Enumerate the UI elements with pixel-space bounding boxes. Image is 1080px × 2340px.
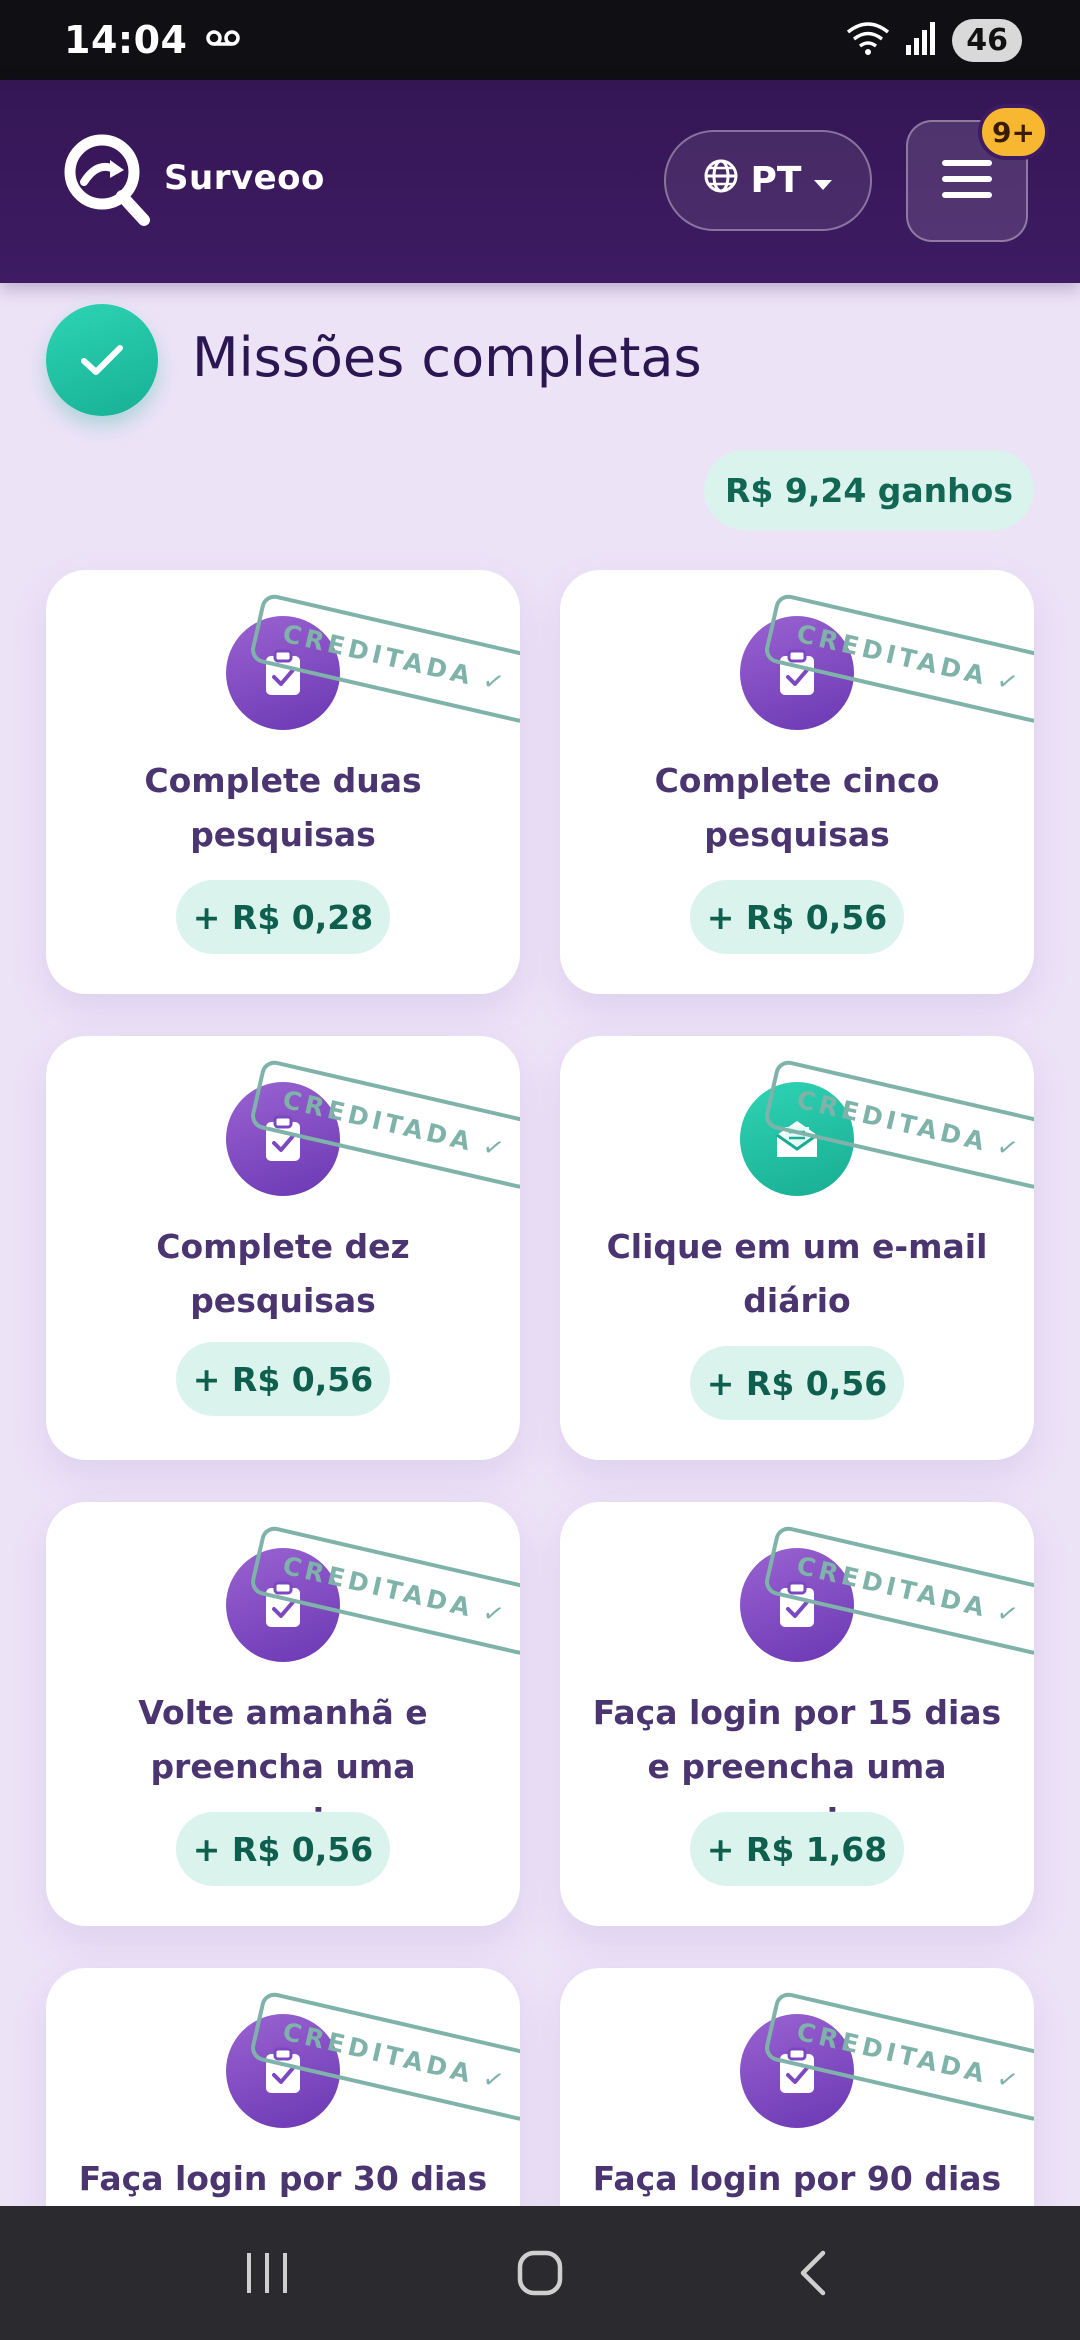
earned-total-badge: R$ 9,24 ganhos (704, 450, 1034, 530)
signal-icon (904, 21, 938, 59)
wifi-icon (846, 20, 890, 60)
mission-title: Complete duas pesquisas (144, 761, 422, 854)
reward-badge: + R$ 0,56 (690, 880, 904, 954)
caret-down-icon (813, 160, 833, 201)
recent-apps-button[interactable] (217, 2233, 317, 2313)
battery-icon: 46 (952, 18, 1022, 62)
status-time: 14:04 (64, 18, 188, 62)
page-title: Missões completas (192, 326, 702, 389)
app-header: Surveoo PT (0, 80, 1080, 283)
mission-title: Complete cinco pesquisas (654, 761, 940, 854)
language-code: PT (750, 160, 802, 201)
surveoo-logo[interactable]: Surveoo (60, 130, 325, 226)
reward-badge: + R$ 1,68 (690, 1812, 904, 1886)
language-selector[interactable]: PT (664, 130, 872, 231)
reward-badge: + R$ 0,56 (176, 1342, 390, 1416)
mission-card[interactable]: CREDITADA ✓ Clique em um e-mail diário + … (560, 1036, 1034, 1460)
back-button[interactable] (763, 2233, 863, 2313)
system-nav-bar (0, 2206, 1080, 2340)
home-button[interactable] (490, 2233, 590, 2313)
mission-card[interactable]: CREDITADA ✓ Complete dez pesquisas + R$ 0… (46, 1036, 520, 1460)
mission-title: Complete dez pesquisas (156, 1227, 410, 1320)
voicemail-icon (205, 28, 241, 52)
mission-card[interactable]: CREDITADA ✓ Complete cinco pesquisas + R$… (560, 570, 1034, 994)
mission-card[interactable]: CREDITADA ✓ Complete duas pesquisas + R$ … (46, 570, 520, 994)
mission-title: Clique em um e-mail diário (606, 1227, 988, 1320)
app-name: Surveoo (164, 158, 325, 198)
mission-card[interactable]: CREDITADA ✓ Faça login por 15 dias e pree… (560, 1502, 1034, 1926)
reward-badge: + R$ 0,28 (176, 880, 390, 954)
back-icon (801, 2250, 826, 2296)
reward-badge: + R$ 0,56 (690, 1346, 904, 1420)
surveoo-logo-icon (64, 134, 150, 226)
globe-icon (703, 158, 739, 203)
check-icon (46, 304, 158, 416)
reward-badge: + R$ 0,56 (176, 1812, 390, 1886)
hamburger-menu-icon (942, 158, 992, 204)
status-bar: 14:04 46 (0, 0, 1080, 80)
home-icon (517, 2250, 563, 2296)
recent-apps-icon (246, 2253, 287, 2293)
notification-badge: 9+ (978, 104, 1049, 160)
mission-card[interactable]: CREDITADA✓ Volte amanhã e preencha uma p… (46, 1502, 520, 1926)
